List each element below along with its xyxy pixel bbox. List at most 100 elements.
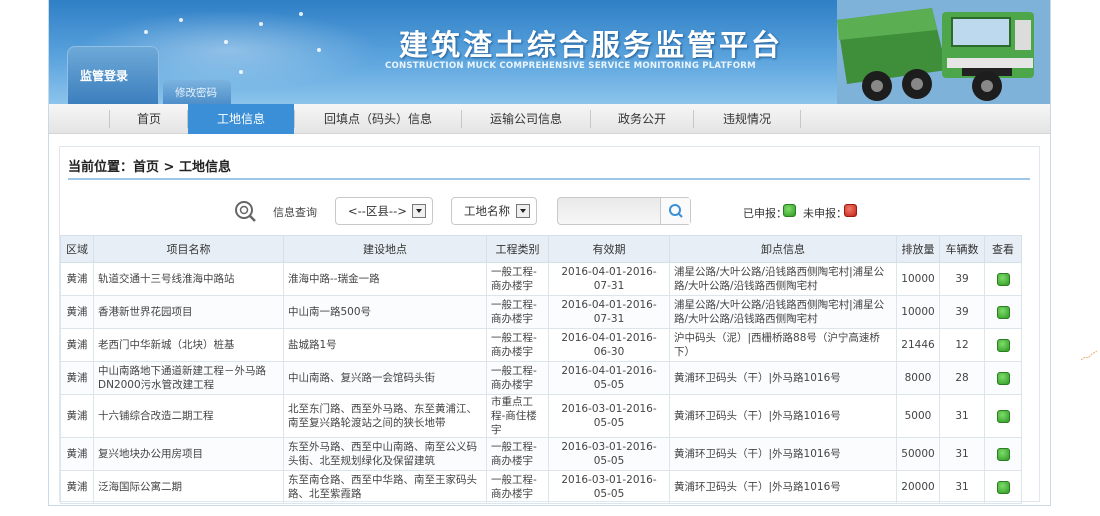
cell-unload: 黄浦环卫码头（干）|外马路1016号: [669, 470, 897, 504]
cell-district: 黄浦: [60, 262, 94, 296]
chevron-down-icon: [412, 204, 426, 218]
cell-validity: 2016-03-01-2016-05-05: [548, 437, 670, 471]
cell-district: 黄浦: [60, 437, 94, 471]
cell-validity: 2016-04-01-2016-06-30: [548, 328, 670, 362]
not-reported-status-icon: [844, 204, 857, 217]
col-header: 区域: [60, 235, 94, 263]
view-button[interactable]: [996, 338, 1010, 352]
cell-project: 十六铺综合改造二期工程: [93, 394, 284, 438]
cell-view: [984, 361, 1022, 395]
dump-truck-image: [837, 0, 1050, 104]
view-button[interactable]: [996, 447, 1010, 461]
cell-location: 淮海中路--瑞金一路: [283, 262, 487, 296]
cell-emission: 8000: [896, 361, 940, 395]
cell-location: 中山南路、复兴路一会馆码头街: [283, 361, 487, 395]
cell-project: 香港新世界花园项目: [93, 295, 284, 329]
cell-category: 一般工程-商办楼宇: [486, 470, 549, 504]
cell-view: [984, 262, 1022, 296]
col-header: 查看: [984, 235, 1022, 263]
nav-violations[interactable]: 违规情况: [694, 104, 800, 134]
cell-emission: 10000: [896, 295, 940, 329]
district-select-value: <--区县-->: [348, 204, 407, 218]
cell-location: 北至东门路、西至外马路、东至黄浦江、南至复兴路轮渡站之间的狭长地带: [283, 394, 487, 438]
col-header: 卸点信息: [669, 235, 897, 263]
cell-project: 泛海国际公寓二期: [93, 470, 284, 504]
reported-status-icon: [783, 204, 796, 217]
breadcrumb: 当前位置：首页 > 工地信息: [68, 160, 231, 175]
search-label: 信息查询: [273, 206, 317, 219]
change-password-tab[interactable]: 修改密码: [163, 80, 231, 104]
reported-label: 已申报：: [743, 207, 787, 220]
platform-subtitle: CONSTRUCTION MUCK COMPREHENSIVE SERVICE …: [385, 61, 756, 71]
view-button[interactable]: [996, 480, 1010, 494]
cell-vehicles: 31: [939, 470, 985, 504]
cell-validity: 2016-04-01-2016-07-31: [548, 295, 670, 329]
stray-mark: [1080, 350, 1098, 361]
table-row: 黄浦 香港新世界花园项目 中山南一路500号 一般工程-商办楼宇 2016-04…: [60, 295, 1022, 329]
nav-transport-companies[interactable]: 运输公司信息: [462, 104, 590, 134]
cell-district: 黄浦: [60, 295, 94, 329]
cell-district: 黄浦: [60, 394, 94, 438]
cell-project: 复兴地块办公用房项目: [93, 437, 284, 471]
cell-validity: 2016-03-01-2016-05-05: [548, 394, 670, 438]
page-frame: 监管登录 修改密码 建筑渣土综合服务监管平台 CONSTRUCTION MUCK…: [48, 0, 1051, 506]
cell-location: 东至外马路、西至中山南路、南至公义码头街、北至规划绿化及保留建筑: [283, 437, 487, 471]
cell-vehicles: 39: [939, 262, 985, 296]
cell-validity: 2016-03-01-2016-05-05: [548, 470, 670, 504]
login-tab[interactable]: 监管登录: [67, 46, 159, 104]
district-select[interactable]: <--区县-->: [335, 197, 433, 225]
table-row: 黄浦 中山南路地下通道新建工程－外马路DN2000污水管改建工程 中山南路、复兴…: [60, 361, 1022, 395]
col-header: 车辆数: [939, 235, 985, 263]
cell-view: [984, 394, 1022, 438]
nav-backfill-info[interactable]: 回填点（码头）信息: [295, 104, 461, 134]
cell-validity: 2016-04-01-2016-05-05: [548, 361, 670, 395]
cell-view: [984, 437, 1022, 471]
view-button[interactable]: [996, 409, 1010, 423]
col-header: 建设地点: [283, 235, 487, 263]
table-row: 黄浦 复兴地块办公用房项目 东至外马路、西至中山南路、南至公义码头街、北至规划绿…: [60, 437, 1022, 471]
cell-category: 市重点工程-商住楼宇: [486, 394, 549, 438]
cell-location: 盐城路1号: [283, 328, 487, 362]
login-label: 监管登录: [80, 69, 129, 83]
cell-vehicles: 28: [939, 361, 985, 395]
content-pane: 当前位置：首页 > 工地信息 信息查询 <--区县--> 工地名称 已申报： 未…: [59, 146, 1040, 504]
cell-view: [984, 328, 1022, 362]
nav-government-affairs[interactable]: 政务公开: [591, 104, 693, 134]
cell-category: 一般工程-商办楼宇: [486, 361, 549, 395]
site-name-select-value: 工地名称: [464, 204, 510, 218]
view-button[interactable]: [996, 305, 1010, 319]
cell-category: 一般工程-商办楼宇: [486, 262, 549, 296]
nav-home[interactable]: 首页: [111, 104, 187, 134]
cell-vehicles: 31: [939, 437, 985, 471]
table-header-row: 区域 项目名称 建设地点 工程类别 有效期 卸点信息 排放量 车辆数 查看: [60, 235, 1022, 263]
col-header: 工程类别: [486, 235, 549, 263]
site-table: 区域 项目名称 建设地点 工程类别 有效期 卸点信息 排放量 车辆数 查看 黄浦…: [60, 235, 1022, 504]
cell-emission: 20000: [896, 470, 940, 504]
cell-location: 东至南仓路、西至中华路、南至王家码头路、北至紫霞路: [283, 470, 487, 504]
cell-emission: 5000: [896, 394, 940, 438]
search-icon: [669, 204, 683, 218]
cell-district: 黄浦: [60, 328, 94, 362]
header-banner: 监管登录 修改密码 建筑渣土综合服务监管平台 CONSTRUCTION MUCK…: [49, 0, 1050, 104]
cell-category: 一般工程-商办楼宇: [486, 437, 549, 471]
cell-view: [984, 295, 1022, 329]
col-header: 有效期: [548, 235, 670, 263]
cell-vehicles: 39: [939, 295, 985, 329]
view-button[interactable]: [996, 272, 1010, 286]
cell-validity: 2016-04-01-2016-07-31: [548, 262, 670, 296]
col-header: 排放量: [896, 235, 940, 263]
search-button[interactable]: [660, 198, 690, 224]
cell-view: [984, 470, 1022, 504]
site-name-select[interactable]: 工地名称: [451, 197, 537, 225]
cell-emission: 21446: [896, 328, 940, 362]
cell-unload: 浦星公路/大叶公路/沿钱路西侧陶宅村|浦星公路/大叶公路/沿钱路西侧陶宅村: [669, 295, 897, 329]
cell-district: 黄浦: [60, 361, 94, 395]
cell-unload: 黄浦环卫码头（干）|外马路1016号: [669, 394, 897, 438]
platform-title: 建筑渣土综合服务监管平台: [399, 28, 784, 62]
cell-project: 轨道交通十三号线淮海中路站: [93, 262, 284, 296]
cell-vehicles: 12: [939, 328, 985, 362]
main-nav: 首页 工地信息 回填点（码头）信息 运输公司信息 政务公开 违规情况: [49, 104, 1050, 134]
view-button[interactable]: [996, 371, 1010, 385]
cell-vehicles: 31: [939, 394, 985, 438]
nav-site-info[interactable]: 工地信息: [188, 104, 294, 134]
